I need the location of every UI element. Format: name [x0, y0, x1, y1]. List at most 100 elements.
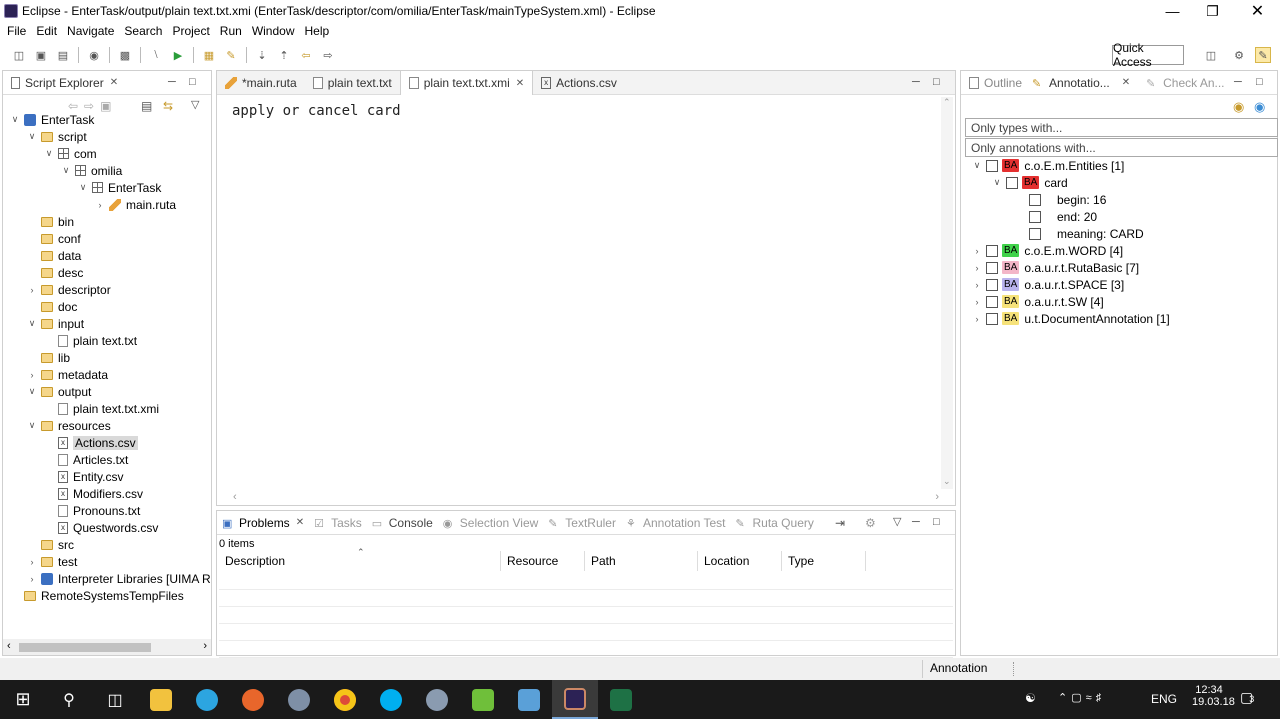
editor-app-icon[interactable] — [506, 680, 552, 719]
annotation-tree-item[interactable]: begin: 16 — [1029, 191, 1106, 208]
open-perspective-icon[interactable]: ◫ — [1203, 47, 1219, 63]
language-indicator[interactable]: ENG — [1151, 692, 1177, 706]
tree-item-modifiers-csv[interactable]: x Modifiers.csv — [43, 485, 143, 502]
save-icon[interactable]: ▣ — [33, 47, 49, 63]
save-all-icon[interactable]: ▤ — [55, 47, 71, 63]
tree-item-entity-csv[interactable]: x Entity.csv — [43, 468, 123, 485]
tree-item-remotesystemstempfiles[interactable]: RemoteSystemsTempFiles — [9, 587, 184, 604]
chevron-right-icon[interactable]: › — [971, 246, 983, 256]
tree-item-script[interactable]: ∨ script — [26, 128, 87, 145]
chevron-down-icon[interactable]: ∨ — [60, 165, 72, 176]
tree-item-entertask[interactable]: ∨ EnterTask — [9, 111, 95, 128]
tree-item-interpreter-libraries-uima-ru[interactable]: › Interpreter Libraries [UIMA Ru — [26, 570, 212, 587]
problems-maximize-icon[interactable]: □ — [933, 516, 940, 528]
editor-content[interactable]: apply or cancel card — [232, 103, 401, 119]
horizontal-scrollbar[interactable]: ‹ › — [3, 639, 211, 655]
menu-file[interactable]: File — [2, 24, 31, 38]
chevron-right-icon[interactable]: › — [26, 370, 38, 380]
run-config-icon[interactable]: ◉ — [86, 47, 102, 63]
chevron-right-icon[interactable]: › — [26, 285, 38, 295]
chevron-down-icon[interactable]: ∨ — [971, 160, 983, 171]
chevron-down-icon[interactable]: ∨ — [43, 148, 55, 159]
eclipse-taskbar-icon[interactable] — [552, 680, 598, 719]
tree-item-articles-txt[interactable]: Articles.txt — [43, 451, 128, 468]
filter-icon[interactable]: ⚙ — [865, 516, 876, 530]
tree-item-test[interactable]: › test — [26, 553, 78, 570]
chevron-down-icon[interactable]: ∨ — [26, 386, 38, 397]
minimize-icon[interactable]: ─ — [168, 76, 176, 88]
column-path[interactable]: Path — [585, 551, 698, 571]
chevron-right-icon[interactable]: › — [971, 297, 983, 307]
view-menu-icon[interactable]: ▽ — [191, 98, 199, 111]
tree-item-plain-text-txt[interactable]: plain text.txt — [43, 332, 137, 349]
tree-item-pronouns-txt[interactable]: Pronouns.txt — [43, 502, 140, 519]
annotation-checkbox[interactable] — [1029, 227, 1041, 240]
perspective-ruta-icon[interactable]: ✎ — [1255, 47, 1271, 63]
annotation-tree-item[interactable]: meaning: CARD — [1029, 225, 1144, 242]
menu-window[interactable]: Window — [247, 24, 300, 38]
chevron-right-icon[interactable]: › — [26, 574, 38, 584]
tree-item-plain-text-txt-xmi[interactable]: plain text.txt.xmi — [43, 400, 159, 417]
tree-item-questwords-csv[interactable]: x Questwords.csv — [43, 519, 158, 536]
menu-edit[interactable]: Edit — [31, 24, 62, 38]
tab-plain-text-txt-xmi[interactable]: plain text.txt.xmi ✕ — [399, 70, 534, 95]
vertical-scrollbar[interactable]: ⌃ ⌄ — [941, 97, 953, 489]
open-folder-icon[interactable]: ▦ — [201, 47, 217, 63]
tree-item-descriptor[interactable]: › descriptor — [26, 281, 111, 298]
annotation-tree-item[interactable]: end: 20 — [1029, 208, 1097, 225]
app-icon[interactable] — [276, 680, 322, 719]
tab-actions-csv[interactable]: x Actions.csv — [533, 71, 625, 95]
menu-search[interactable]: Search — [119, 24, 167, 38]
annotation-tree-item[interactable]: › BA o.a.u.r.t.SPACE [3] — [971, 276, 1125, 293]
chevron-down-icon[interactable]: ∨ — [26, 131, 38, 142]
run-icon[interactable]: ▶ — [170, 47, 186, 63]
tab-ruta-query[interactable]: ✎ Ruta Query — [731, 511, 819, 535]
tree-item-src[interactable]: src — [26, 536, 74, 553]
close-icon[interactable]: ✕ — [110, 77, 118, 88]
editor-maximize-icon[interactable]: □ — [933, 76, 940, 88]
tab-textruler[interactable]: ✎ TextRuler — [543, 511, 621, 535]
tab-check-annotations[interactable]: ✎ Check An... — [1138, 71, 1232, 95]
chevron-down-icon[interactable]: ∨ — [26, 420, 38, 431]
tree-item-entertask[interactable]: ∨ EnterTask — [77, 179, 162, 196]
maximize-icon[interactable]: □ — [189, 76, 196, 88]
column-description[interactable]: Description — [219, 551, 501, 571]
tree-item-input[interactable]: ∨ input — [26, 315, 84, 332]
column-location[interactable]: Location — [698, 551, 782, 571]
tab-outline[interactable]: Outline — [961, 71, 1030, 95]
chevron-right-icon[interactable]: › — [94, 200, 106, 210]
column-resource[interactable]: Resource — [501, 551, 585, 571]
annotations-filter-input[interactable]: Only annotations with... — [965, 138, 1278, 157]
prev-annotation-icon[interactable]: ⇡ — [276, 47, 292, 63]
pen-icon[interactable]: ✎ — [223, 47, 239, 63]
forward-icon[interactable]: ⇨ — [320, 47, 336, 63]
tab-script-explorer[interactable]: Script Explorer ✕ — [3, 71, 126, 95]
tab-main-ruta[interactable]: *main.ruta — [217, 71, 305, 95]
tree-item-output[interactable]: ∨ output — [26, 383, 92, 400]
minimize-icon[interactable]: ─ — [1234, 76, 1242, 88]
tree-item-resources[interactable]: ∨ resources — [26, 417, 111, 434]
column-type[interactable]: Type — [782, 551, 866, 571]
tab-problems[interactable]: ▣ Problems ✕ — [217, 511, 309, 535]
types-filter-input[interactable]: Only types with... — [965, 118, 1278, 137]
annotation-tree-item[interactable]: ∨ BA c.o.E.m.Entities [1] — [971, 157, 1125, 174]
back-icon[interactable]: ⇦ — [298, 47, 314, 63]
pin-icon[interactable]: ⇥ — [835, 516, 845, 530]
annotation-checkbox[interactable] — [986, 295, 998, 308]
tab-selection-view[interactable]: ◉ Selection View — [438, 511, 544, 535]
excel-icon[interactable] — [598, 680, 644, 719]
console-icon[interactable]: ▩ — [117, 47, 133, 63]
editor-h-scrollbar[interactable]: ‹ › — [233, 491, 939, 503]
close-icon[interactable]: ✕ — [296, 517, 304, 528]
search-icon[interactable]: ⚲ — [46, 680, 92, 719]
telegram-icon[interactable] — [184, 680, 230, 719]
tab-console[interactable]: ▭ Console — [367, 511, 438, 535]
chevron-right-icon[interactable]: › — [971, 280, 983, 290]
annotation-checkbox[interactable] — [986, 244, 998, 257]
start-button[interactable]: ⊞ — [0, 680, 46, 719]
tree-item-com[interactable]: ∨ com — [43, 145, 97, 162]
annotation-tree-item[interactable]: › BA o.a.u.r.t.SW [4] — [971, 293, 1104, 310]
tree-item-data[interactable]: data — [26, 247, 81, 264]
annotation-tree-item[interactable]: › BA u.t.DocumentAnnotation [1] — [971, 310, 1170, 327]
tree-item-omilia[interactable]: ∨ omilia — [60, 162, 123, 179]
